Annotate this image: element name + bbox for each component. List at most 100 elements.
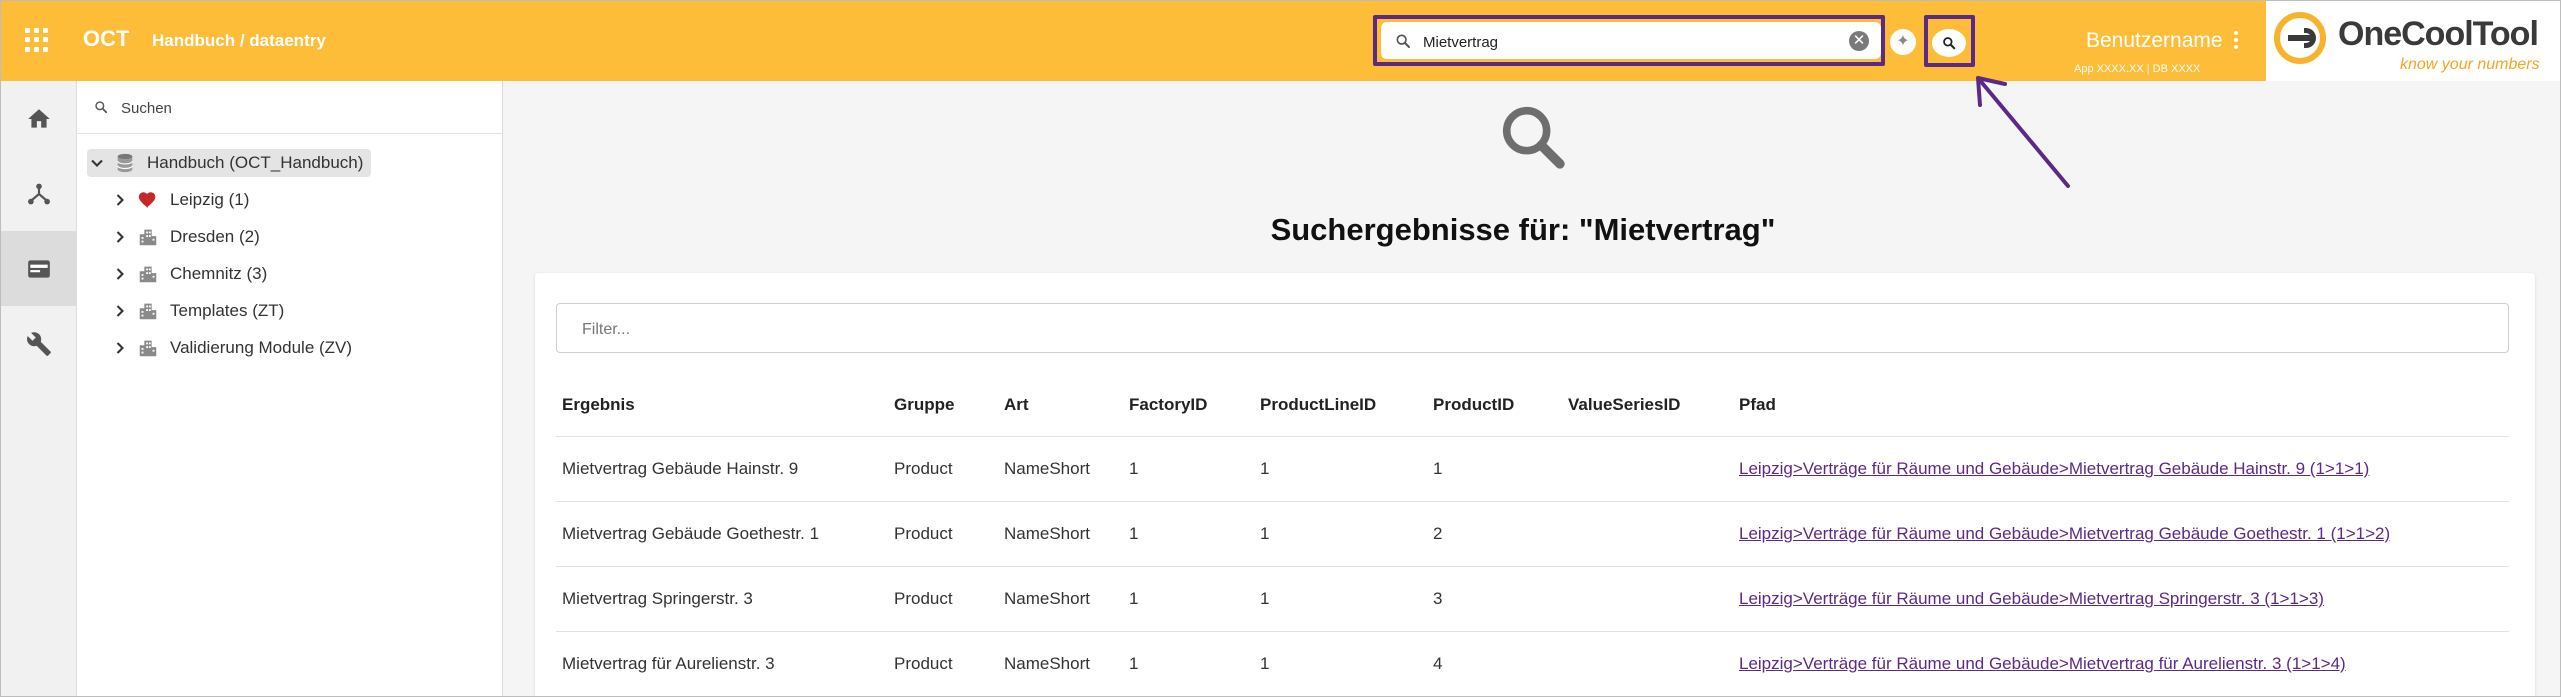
results-title: Suchergebnisse für: "Mietvertrag" (1270, 212, 1776, 247)
column-header[interactable]: Ergebnis (556, 373, 888, 437)
app-name: OCT (83, 26, 130, 51)
cell-productline-id: 1 (1254, 436, 1427, 502)
wrench-icon (27, 332, 51, 356)
building-icon (139, 229, 157, 246)
cell-gruppe: Product (888, 501, 998, 567)
tree-root[interactable]: Handbuch (OCT_Handbuch) (87, 149, 372, 177)
cell-art: NameShort (998, 501, 1123, 567)
tree-item-label: Templates (ZT) (170, 301, 285, 320)
tree-item-label: Dresden (2) (170, 227, 260, 246)
cell-pfad: Leipzig>Verträge für Räume und Gebäude>M… (1733, 501, 2509, 567)
cell-productline-id: 1 (1254, 566, 1427, 632)
cell-gruppe: Product (888, 566, 998, 632)
column-header[interactable]: ProductID (1427, 373, 1562, 437)
tree-item-templates[interactable]: Templates (ZT) (110, 297, 284, 325)
chevron-right-icon[interactable] (110, 190, 130, 210)
search-results-icon (1502, 106, 1565, 169)
nav-home[interactable] (1, 81, 76, 156)
tree-item-validierung[interactable]: Validierung Module (ZV) (110, 334, 352, 362)
cell-factory-id: 1 (1123, 566, 1254, 632)
nav-data-entry[interactable] (1, 231, 76, 306)
building-icon (139, 340, 157, 357)
home-icon (28, 109, 50, 128)
path-link[interactable]: Leipzig>Verträge für Räume und Gebäude>M… (1739, 654, 2346, 673)
app-window: OCT Handbuch / dataentry ✕ ✦ Benutzernam… (0, 0, 2561, 697)
logo-name: OneCoolTool (2338, 15, 2539, 53)
top-bar: OCT Handbuch / dataentry ✕ ✦ Benutzernam… (1, 1, 2266, 81)
table-row[interactable]: Mietvertrag für Aurelienstr. 3 Product N… (556, 631, 2509, 696)
table-row[interactable]: Mietvertrag Gebäude Goethestr. 1 Product… (556, 501, 2509, 567)
annotation-arrow (1976, 76, 2070, 188)
filter-field (556, 303, 2509, 353)
path-link[interactable]: Leipzig>Verträge für Räume und Gebäude>M… (1739, 524, 2390, 543)
search-highlight-frame (1373, 15, 1885, 66)
cell-valueseries-id (1562, 436, 1733, 502)
logo-tagline: know your numbers (2400, 56, 2540, 73)
column-header[interactable]: Art (998, 373, 1123, 437)
cell-pfad: Leipzig>Verträge für Räume und Gebäude>M… (1733, 566, 2509, 632)
column-header[interactable]: FactoryID (1123, 373, 1254, 437)
tree-item-chemnitz[interactable]: Chemnitz (3) (110, 260, 267, 288)
ai-sparkle-icon[interactable]: ✦ (1890, 29, 1916, 55)
cell-product-id: 3 (1427, 566, 1562, 632)
cell-ergebnis: Mietvertrag Springerstr. 3 (556, 566, 888, 632)
cell-gruppe: Product (888, 436, 998, 502)
cell-valueseries-id (1562, 566, 1733, 632)
path-link[interactable]: Leipzig>Verträge für Räume und Gebäude>M… (1739, 459, 2369, 478)
search-icon (95, 101, 108, 114)
chevron-right-icon[interactable] (110, 264, 130, 284)
cell-factory-id: 1 (1123, 631, 1254, 696)
logo-icon (2274, 12, 2326, 64)
database-icon (117, 153, 133, 173)
cell-factory-id: 1 (1123, 436, 1254, 502)
version-info: App XXXX.XX | DB XXXX (2074, 63, 2201, 75)
column-header[interactable]: Pfad (1733, 373, 2509, 437)
cell-ergebnis: Mietvertrag für Aurelienstr. 3 (556, 631, 888, 696)
table-header-row: Ergebnis Gruppe Art FactoryID ProductLin… (556, 373, 2509, 437)
tree-search-input[interactable] (119, 96, 463, 120)
chevron-down-icon[interactable] (87, 153, 107, 173)
main-content: Suchergebnisse für: "Mietvertrag" Ergebn… (503, 81, 2560, 696)
cell-valueseries-id (1562, 631, 1733, 696)
cell-art: NameShort (998, 566, 1123, 632)
chevron-right-icon[interactable] (110, 338, 130, 358)
submit-highlight-frame (1924, 15, 1975, 67)
apps-grid-icon[interactable] (25, 28, 49, 52)
cell-pfad: Leipzig>Verträge für Räume und Gebäude>M… (1733, 631, 2509, 696)
results-card: Ergebnis Gruppe Art FactoryID ProductLin… (535, 273, 2535, 696)
chevron-right-icon[interactable] (110, 301, 130, 321)
tree-item-leipzig[interactable]: Leipzig (1) (110, 186, 249, 214)
tree-item-label: Validierung Module (ZV) (170, 338, 353, 357)
cell-product-id: 2 (1427, 501, 1562, 567)
tree-item-dresden[interactable]: Dresden (2) (110, 223, 260, 251)
cell-ergebnis: Mietvertrag Gebäude Hainstr. 9 (556, 436, 888, 502)
chevron-right-icon[interactable] (110, 227, 130, 247)
breadcrumb[interactable]: Handbuch / dataentry (152, 31, 326, 51)
cell-factory-id: 1 (1123, 501, 1254, 567)
hierarchy-icon (28, 183, 50, 205)
tree-item-label: Leipzig (1) (170, 190, 250, 209)
cell-valueseries-id (1562, 501, 1733, 567)
more-vert-icon[interactable] (2234, 31, 2238, 52)
building-icon (139, 303, 157, 320)
filter-input[interactable] (580, 318, 2384, 342)
cell-product-id: 4 (1427, 631, 1562, 696)
cell-gruppe: Product (888, 631, 998, 696)
cell-productline-id: 1 (1254, 631, 1427, 696)
column-header[interactable]: Gruppe (888, 373, 998, 437)
tree-search (77, 81, 502, 134)
username[interactable]: Benutzername (2086, 29, 2223, 53)
nav-settings[interactable] (1, 306, 76, 381)
column-header[interactable]: ProductLineID (1254, 373, 1427, 437)
path-link[interactable]: Leipzig>Verträge für Räume und Gebäude>M… (1739, 589, 2324, 608)
column-header[interactable]: ValueSeriesID (1562, 373, 1733, 437)
tree-panel: Handbuch (OCT_Handbuch) Leipzig (1) Dres… (77, 81, 503, 696)
table-row[interactable]: Mietvertrag Springerstr. 3 Product NameS… (556, 566, 2509, 632)
cell-productline-id: 1 (1254, 501, 1427, 567)
data-entry-icon (28, 260, 50, 278)
nav-hierarchy[interactable] (1, 156, 76, 231)
nav-rail (1, 81, 77, 696)
heart-icon (138, 192, 156, 209)
results-table: Ergebnis Gruppe Art FactoryID ProductLin… (556, 373, 2509, 696)
table-row[interactable]: Mietvertrag Gebäude Hainstr. 9 Product N… (556, 436, 2509, 502)
